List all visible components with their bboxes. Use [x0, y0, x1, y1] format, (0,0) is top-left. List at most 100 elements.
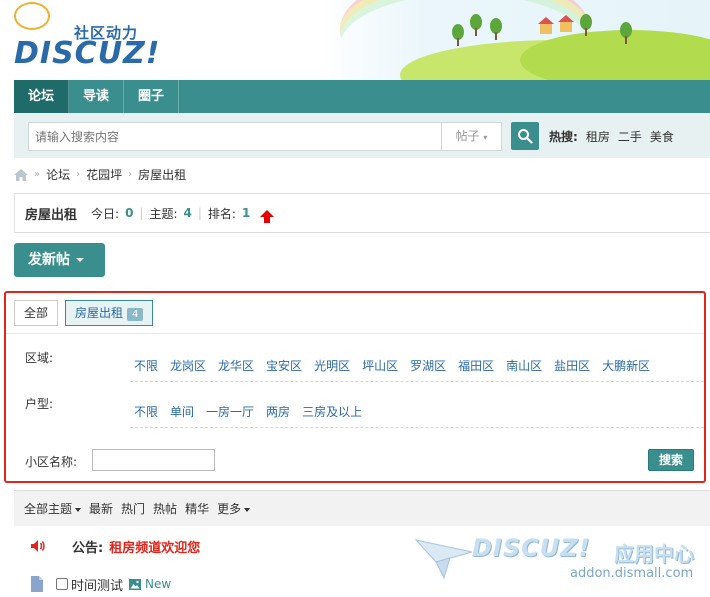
divider [130, 381, 704, 382]
watermark-url: addon.dismall.com [570, 566, 694, 581]
room-type-label: 户型: [25, 397, 54, 411]
filter-tabs: 全部 房屋出租 4 [14, 300, 154, 326]
area-option[interactable]: 不限 [134, 357, 158, 374]
count-badge: 4 [127, 308, 144, 321]
all-threads-dropdown[interactable]: 全部主题 [24, 500, 82, 517]
paper-plane-icon [414, 539, 473, 580]
hot-search-label: 热搜: [549, 130, 578, 144]
watermark-title: 应用中心 [614, 542, 694, 566]
chevron-down-icon: ▾ [483, 133, 488, 142]
sort-hot-posts[interactable]: 热帖 [153, 500, 177, 517]
nav-item-forum[interactable]: 论坛 [14, 80, 70, 113]
divider: | [197, 206, 202, 220]
area-option[interactable]: 大鹏新区 [602, 357, 650, 374]
breadcrumb: » 论坛 › 花园坪 › 房屋出租 [14, 166, 186, 183]
area-option[interactable]: 罗湖区 [410, 357, 446, 374]
house-icon [558, 15, 574, 32]
breadcrumb-item[interactable]: 房屋出租 [138, 166, 186, 183]
speech-bubble-icon [14, 2, 50, 30]
image-icon [129, 578, 142, 590]
breadcrumb-separator: › [76, 169, 81, 180]
new-tag: New [145, 577, 172, 591]
divider: | [139, 206, 144, 220]
area-option[interactable]: 福田区 [458, 357, 494, 374]
new-post-button[interactable]: 发新帖 [14, 243, 105, 277]
area-option[interactable]: 宝安区 [266, 357, 302, 374]
announcement-text[interactable]: 租房频道欢迎您 [109, 537, 200, 556]
area-option[interactable]: 坪山区 [362, 357, 398, 374]
tab-all[interactable]: 全部 [14, 300, 59, 326]
room-type-options: 不限 单间 一房一厅 两房 三房及以上 [134, 403, 362, 420]
forum-title: 房屋出租 [25, 207, 78, 223]
filter-search-button[interactable]: 搜索 [648, 449, 694, 471]
house-icon [538, 17, 554, 34]
tab-all-label: 全部 [24, 306, 49, 320]
more-dropdown[interactable]: 更多 [217, 500, 251, 517]
more-label: 更多 [217, 502, 242, 516]
area-options: 不限 龙岗区 龙华区 宝安区 光明区 坪山区 罗湖区 福田区 南山区 盐田区 大… [134, 357, 650, 374]
site-header: 社区动力 DISCUZ! [0, 0, 710, 80]
breadcrumb-separator: » [34, 169, 41, 180]
forum-header: 房屋出租 今日: 0 | 主题: 4 | 排名: 1 [14, 193, 710, 233]
search-type-label: 帖子 [455, 129, 480, 143]
rank-value: 1 [241, 206, 251, 220]
search-input[interactable] [29, 123, 439, 150]
thread-checkbox[interactable] [56, 578, 68, 590]
home-icon[interactable] [14, 168, 28, 181]
caret-down-icon [76, 258, 84, 262]
new-post-label: 发新帖 [28, 252, 70, 268]
breadcrumb-separator: › [128, 169, 133, 180]
speaker-icon [31, 540, 45, 552]
sort-latest[interactable]: 最新 [89, 500, 113, 517]
search-bar: 帖子 ▾ 热搜: 租房 二手 美食 [14, 113, 710, 158]
room-type-option[interactable]: 单间 [170, 403, 194, 420]
hot-search-item[interactable]: 美食 [650, 128, 674, 145]
thread-title[interactable]: 时间测试 [71, 575, 123, 594]
area-option[interactable]: 光明区 [314, 357, 350, 374]
site-logo[interactable]: DISCUZ! [14, 36, 160, 71]
sort-digest[interactable]: 精华 [185, 500, 209, 517]
thread-list-header: 全部主题 最新 热门 热帖 精华 更多 [14, 490, 710, 526]
tab-current-forum[interactable]: 房屋出租 4 [65, 300, 154, 326]
area-option[interactable]: 龙岗区 [170, 357, 206, 374]
hot-search-item[interactable]: 二手 [618, 128, 642, 145]
search-button[interactable] [511, 122, 539, 150]
area-label: 区域: [25, 351, 54, 365]
divider [6, 333, 704, 334]
divider [130, 427, 704, 428]
breadcrumb-item[interactable]: 论坛 [46, 166, 70, 183]
threads-label: 主题: [149, 206, 178, 221]
tree-icon [452, 24, 464, 46]
area-option[interactable]: 盐田区 [554, 357, 590, 374]
watermark: DISCUZ! 应用中心 addon.dismall.com [414, 530, 710, 597]
caret-down-icon [244, 507, 251, 512]
nav-item-groups[interactable]: 圈子 [124, 80, 180, 113]
rank-up-icon [260, 209, 275, 223]
all-threads-label: 全部主题 [24, 502, 73, 516]
tree-icon [490, 18, 502, 40]
document-icon [31, 576, 43, 592]
sort-hot[interactable]: 热门 [121, 500, 145, 517]
area-option[interactable]: 南山区 [506, 357, 542, 374]
breadcrumb-item[interactable]: 花园坪 [86, 166, 122, 183]
room-type-option[interactable]: 不限 [134, 403, 158, 420]
today-label: 今日: [91, 206, 120, 221]
room-type-option[interactable]: 三房及以上 [302, 403, 362, 420]
search-box: 帖子 ▾ [28, 122, 502, 151]
search-type-select[interactable]: 帖子 ▾ [441, 123, 501, 150]
area-option[interactable]: 龙华区 [218, 357, 254, 374]
today-count: 0 [125, 206, 134, 220]
room-type-option[interactable]: 两房 [266, 403, 290, 420]
threads-count: 4 [183, 206, 192, 220]
main-nav: 论坛 导读 圈子 [14, 80, 710, 113]
tab-current-label: 房屋出租 [75, 306, 124, 320]
announcement-label: 公告: [72, 540, 104, 556]
hot-search-item[interactable]: 租房 [586, 128, 610, 145]
tree-icon [470, 14, 482, 36]
caret-down-icon [75, 507, 82, 512]
tree-icon [620, 22, 632, 44]
filter-panel: 全部 房屋出租 4 区域: 不限 龙岗区 龙华区 宝安区 光明区 坪山区 罗湖区 … [4, 291, 706, 483]
community-name-input[interactable] [92, 449, 215, 471]
room-type-option[interactable]: 一房一厅 [206, 403, 254, 420]
nav-item-guide[interactable]: 导读 [69, 80, 125, 113]
